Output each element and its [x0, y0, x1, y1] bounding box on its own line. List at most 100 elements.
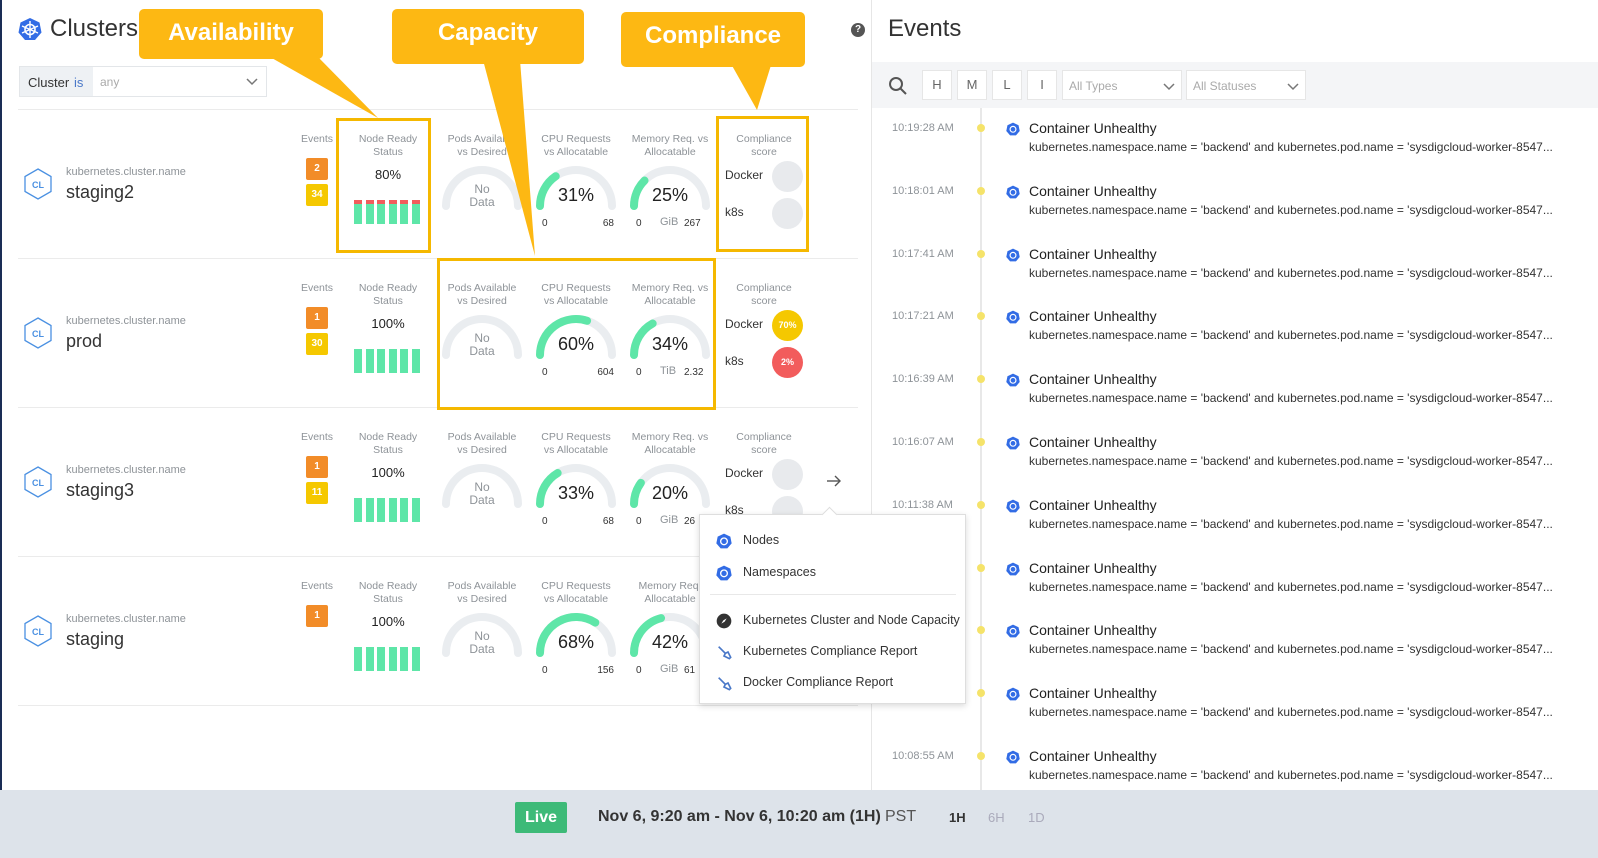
kubernetes-icon	[1006, 750, 1020, 764]
event-title: Container Unhealthy	[1029, 371, 1157, 388]
cluster-field-label: kubernetes.cluster.name	[66, 613, 186, 625]
compliance-label-2: score	[751, 444, 777, 456]
menu-item-nodes[interactable]: Nodes	[700, 529, 965, 553]
memory-value: 20%	[651, 483, 689, 503]
node-bar	[388, 498, 397, 522]
event-item[interactable]: 10:18:01 AM Container Unhealthy kubernetes…	[872, 180, 1598, 240]
severity-h[interactable]: H	[922, 70, 952, 100]
event-item[interactable]: Container Unhealthy kubernetes.namespace.…	[872, 619, 1598, 679]
memory-min: 0	[636, 665, 642, 676]
events-title: Events	[888, 15, 962, 42]
cluster-name[interactable]: staging	[66, 629, 124, 650]
app-root: Clusters ? Cluster is any CL kubernetes.c…	[0, 0, 1598, 858]
event-item[interactable]: Container Unhealthy kubernetes.namespace.…	[872, 557, 1598, 617]
range-1h[interactable]: 1H	[949, 810, 966, 825]
severity-l[interactable]: L	[992, 70, 1022, 100]
kubernetes-icon	[1006, 436, 1020, 450]
node-ready-value: 100%	[371, 465, 405, 480]
status-filter[interactable]: All Statuses	[1186, 70, 1306, 100]
event-item[interactable]: 10:11:38 AM Container Unhealthy kubernetes…	[872, 494, 1598, 554]
menu-item-kubernetes-cluster-and-node-capacity[interactable]: Kubernetes Cluster and Node Capacity	[700, 609, 965, 633]
compliance-label-1: Compliance	[736, 431, 792, 443]
memory-unit: GiB	[660, 663, 679, 675]
cluster-badge-icon: CL	[24, 615, 52, 647]
range-1d[interactable]: 1D	[1028, 810, 1045, 825]
cpu-value: 68%	[557, 632, 595, 652]
event-count-medium[interactable]: 11	[306, 482, 328, 504]
kubernetes-icon	[1006, 373, 1020, 387]
event-title: Container Unhealthy	[1029, 245, 1157, 262]
event-item[interactable]: 10:17:41 AM Container Unhealthy kubernetes…	[872, 243, 1598, 303]
event-item[interactable]: 10:19:28 AM Container Unhealthy kubernetes…	[872, 117, 1598, 177]
event-title: Container Unhealthy	[1029, 748, 1157, 764]
menu-item-label: Nodes	[743, 533, 780, 547]
live-button[interactable]: Live	[515, 802, 567, 833]
menu-item-kubernetes-compliance-report[interactable]: Kubernetes Compliance Report	[700, 640, 965, 664]
severity-m[interactable]: M	[957, 70, 987, 100]
event-time: 10:11:38 AM	[892, 498, 953, 511]
event-title: Container Unhealthy	[1029, 182, 1157, 199]
cpu-min: 0	[542, 516, 548, 527]
kubernetes-icon	[1006, 499, 1020, 513]
event-detail: kubernetes.namespace.name = 'backend' an…	[1029, 328, 1553, 343]
event-item[interactable]: 10:16:39 AM Container Unhealthy kubernetes…	[872, 368, 1598, 428]
event-time: 10:16:39 AM	[892, 373, 954, 386]
menu-item-docker-compliance-report[interactable]: Docker Compliance Report	[700, 671, 965, 695]
type-filter[interactable]: All Types	[1062, 70, 1182, 100]
node-bar	[411, 647, 420, 671]
event-detail: kubernetes.namespace.name = 'backend' an…	[1029, 140, 1553, 154]
menu-item-namespaces[interactable]: Namespaces	[700, 561, 965, 585]
menu-item-label: Kubernetes Compliance Report	[743, 644, 918, 658]
memory-max: 61	[684, 665, 696, 676]
wrench-icon	[718, 646, 732, 660]
memory-label-1: Memory Req. vs	[631, 431, 709, 443]
node-ready-label-1: Node Ready	[358, 431, 418, 443]
search-icon[interactable]	[888, 76, 908, 96]
events-panel: Events HMLI All Types All Statuses 10:19…	[872, 0, 1598, 790]
docker-score[interactable]	[772, 459, 803, 490]
event-item[interactable]: Container Unhealthy kubernetes.namespace.…	[872, 682, 1598, 742]
node-bar	[377, 647, 385, 671]
cluster-badge-text: CL	[32, 627, 44, 637]
compass-icon	[716, 613, 732, 629]
node-ready-label-1: Node Ready	[358, 580, 418, 592]
severity-i[interactable]: I	[1027, 70, 1057, 100]
cpu-label-2: vs Allocatable	[543, 444, 609, 456]
event-item[interactable]: 10:16:07 AM Container Unhealthy kubernetes…	[872, 431, 1598, 491]
node-bar	[400, 647, 408, 671]
cluster-name[interactable]: staging3	[66, 480, 134, 501]
menu-item-label: Kubernetes Cluster and Node Capacity	[743, 613, 960, 627]
event-time: 10:18:01 AM	[892, 184, 954, 197]
timeline-dot	[977, 563, 985, 572]
arrow-right-icon[interactable]	[826, 474, 842, 488]
cpu-label-1: CPU Requests	[541, 431, 611, 443]
timeline-dot	[977, 186, 985, 195]
timezone[interactable]: PST	[885, 808, 916, 826]
node-status-bars	[354, 647, 424, 671]
event-detail: kubernetes.namespace.name = 'backend' an…	[1029, 454, 1553, 468]
kubernetes-icon	[1006, 122, 1020, 136]
capacity-highlight	[437, 258, 716, 410]
event-detail: kubernetes.namespace.name = 'backend' an…	[1029, 642, 1553, 657]
timeline-dot	[977, 500, 985, 509]
event-detail: kubernetes.namespace.name = 'backend' an…	[1029, 705, 1553, 720]
node-ready-label-2: Status	[373, 444, 403, 456]
range-6h[interactable]: 6H	[988, 810, 1005, 825]
availability-callout: Availability	[139, 9, 323, 59]
event-count-high[interactable]: 1	[306, 605, 328, 627]
chevron-down-icon	[1163, 83, 1175, 91]
kubernetes-icon	[1006, 248, 1020, 262]
node-bar	[377, 498, 385, 522]
event-title: Container Unhealthy	[1029, 685, 1157, 702]
time-range[interactable]: Nov 6, 9:20 am - Nov 6, 10:20 am (1H)	[598, 808, 881, 826]
event-count-high[interactable]: 1	[306, 456, 328, 478]
pods-label-2: vs Desired	[457, 444, 507, 456]
cluster-badge-text: CL	[32, 478, 44, 488]
node-bar	[400, 498, 408, 522]
timeline-dot	[977, 375, 985, 384]
memory-unit: GiB	[660, 514, 679, 526]
event-item[interactable]: 10:17:21 AM Container Unhealthy kubernetes…	[872, 305, 1598, 365]
events-toolbar: HMLI All Types All Statuses	[872, 62, 1598, 108]
docker-label: Docker	[725, 466, 764, 480]
event-detail: kubernetes.namespace.name = 'backend' an…	[1029, 579, 1553, 594]
